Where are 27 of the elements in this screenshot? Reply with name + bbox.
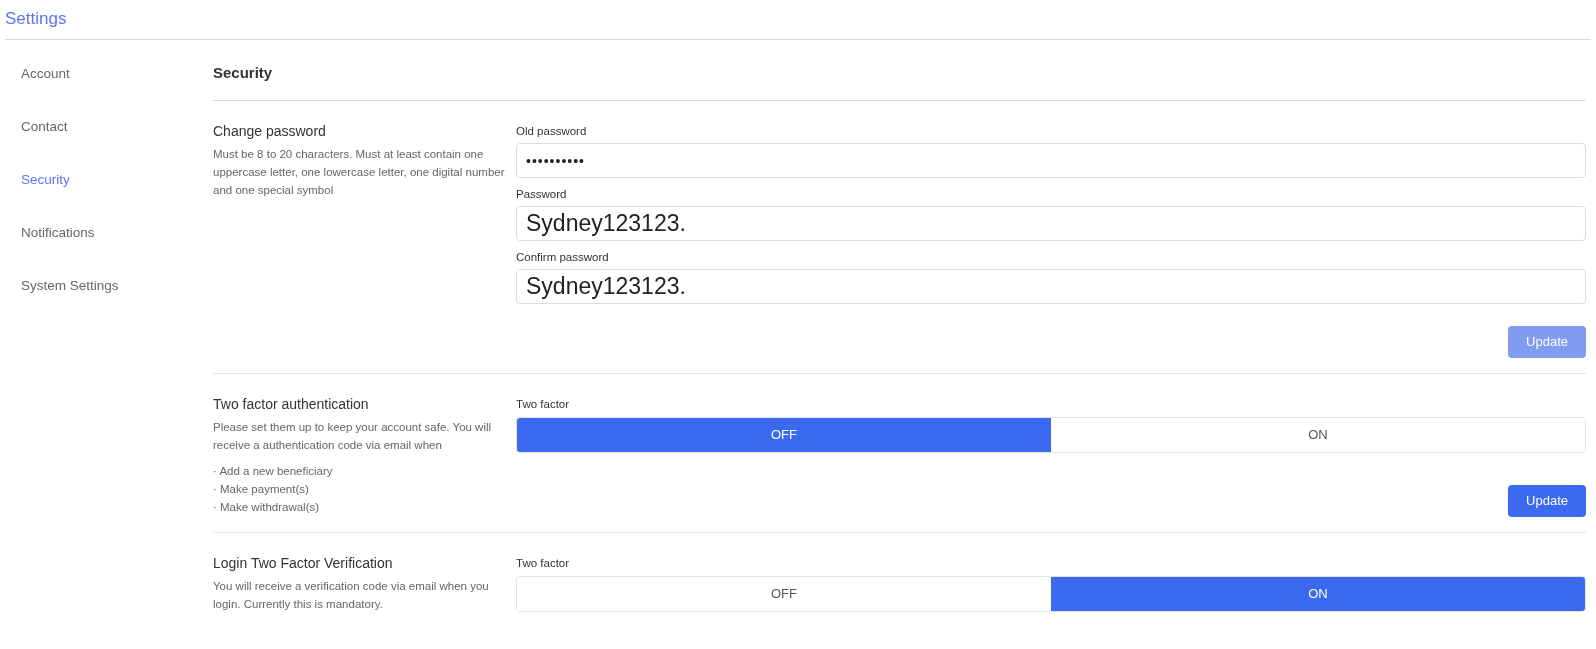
field-label: Old password [516,124,588,139]
section-description: Must be 8 to 20 characters. Must at least contain one uppercase letter, one lowercase letter, one digital number and one special symbol [213,147,506,198]
page-title: Security [213,40,1586,101]
sidebar-item[interactable]: Contact [21,117,213,170]
sidebar-item[interactable]: Account [21,64,213,117]
bullet-item: · Make payment(s) [213,482,310,497]
toggle-label: Two factor [516,397,571,412]
sidebar-item[interactable]: System Settings [21,276,213,329]
toggle-label: Two factor [516,556,571,571]
input-field[interactable]: •••••••••• [516,143,1586,178]
section-title: Change password [213,122,327,141]
page-header-title: Settings [5,0,1591,40]
input-field[interactable]: Sydney123123. [516,269,1586,304]
field-label: Password [516,187,568,202]
toggle-option[interactable]: ON [1051,577,1585,611]
input-field[interactable]: Sydney123123. [516,206,1586,241]
bullet-item: · Make withdrawal(s) [213,500,321,515]
sidebar-item[interactable]: Security [21,170,213,223]
section-description: You will receive a verification code via email when you login. Currently this is mandatory. [213,579,490,612]
update-button[interactable]: Update [1508,485,1586,517]
section-description: Please set them up to keep your account safe. You will receive a authentication code via email when [213,420,493,453]
field-label: Confirm password [516,250,610,265]
toggle-option[interactable]: OFF [517,418,1051,452]
sidebar-item[interactable]: Notifications [21,223,213,276]
section-title: Two factor authentication [213,395,370,414]
section-title: Login Two Factor Verification [213,554,394,573]
bullet-item: · Add a new beneficiary [213,464,334,479]
